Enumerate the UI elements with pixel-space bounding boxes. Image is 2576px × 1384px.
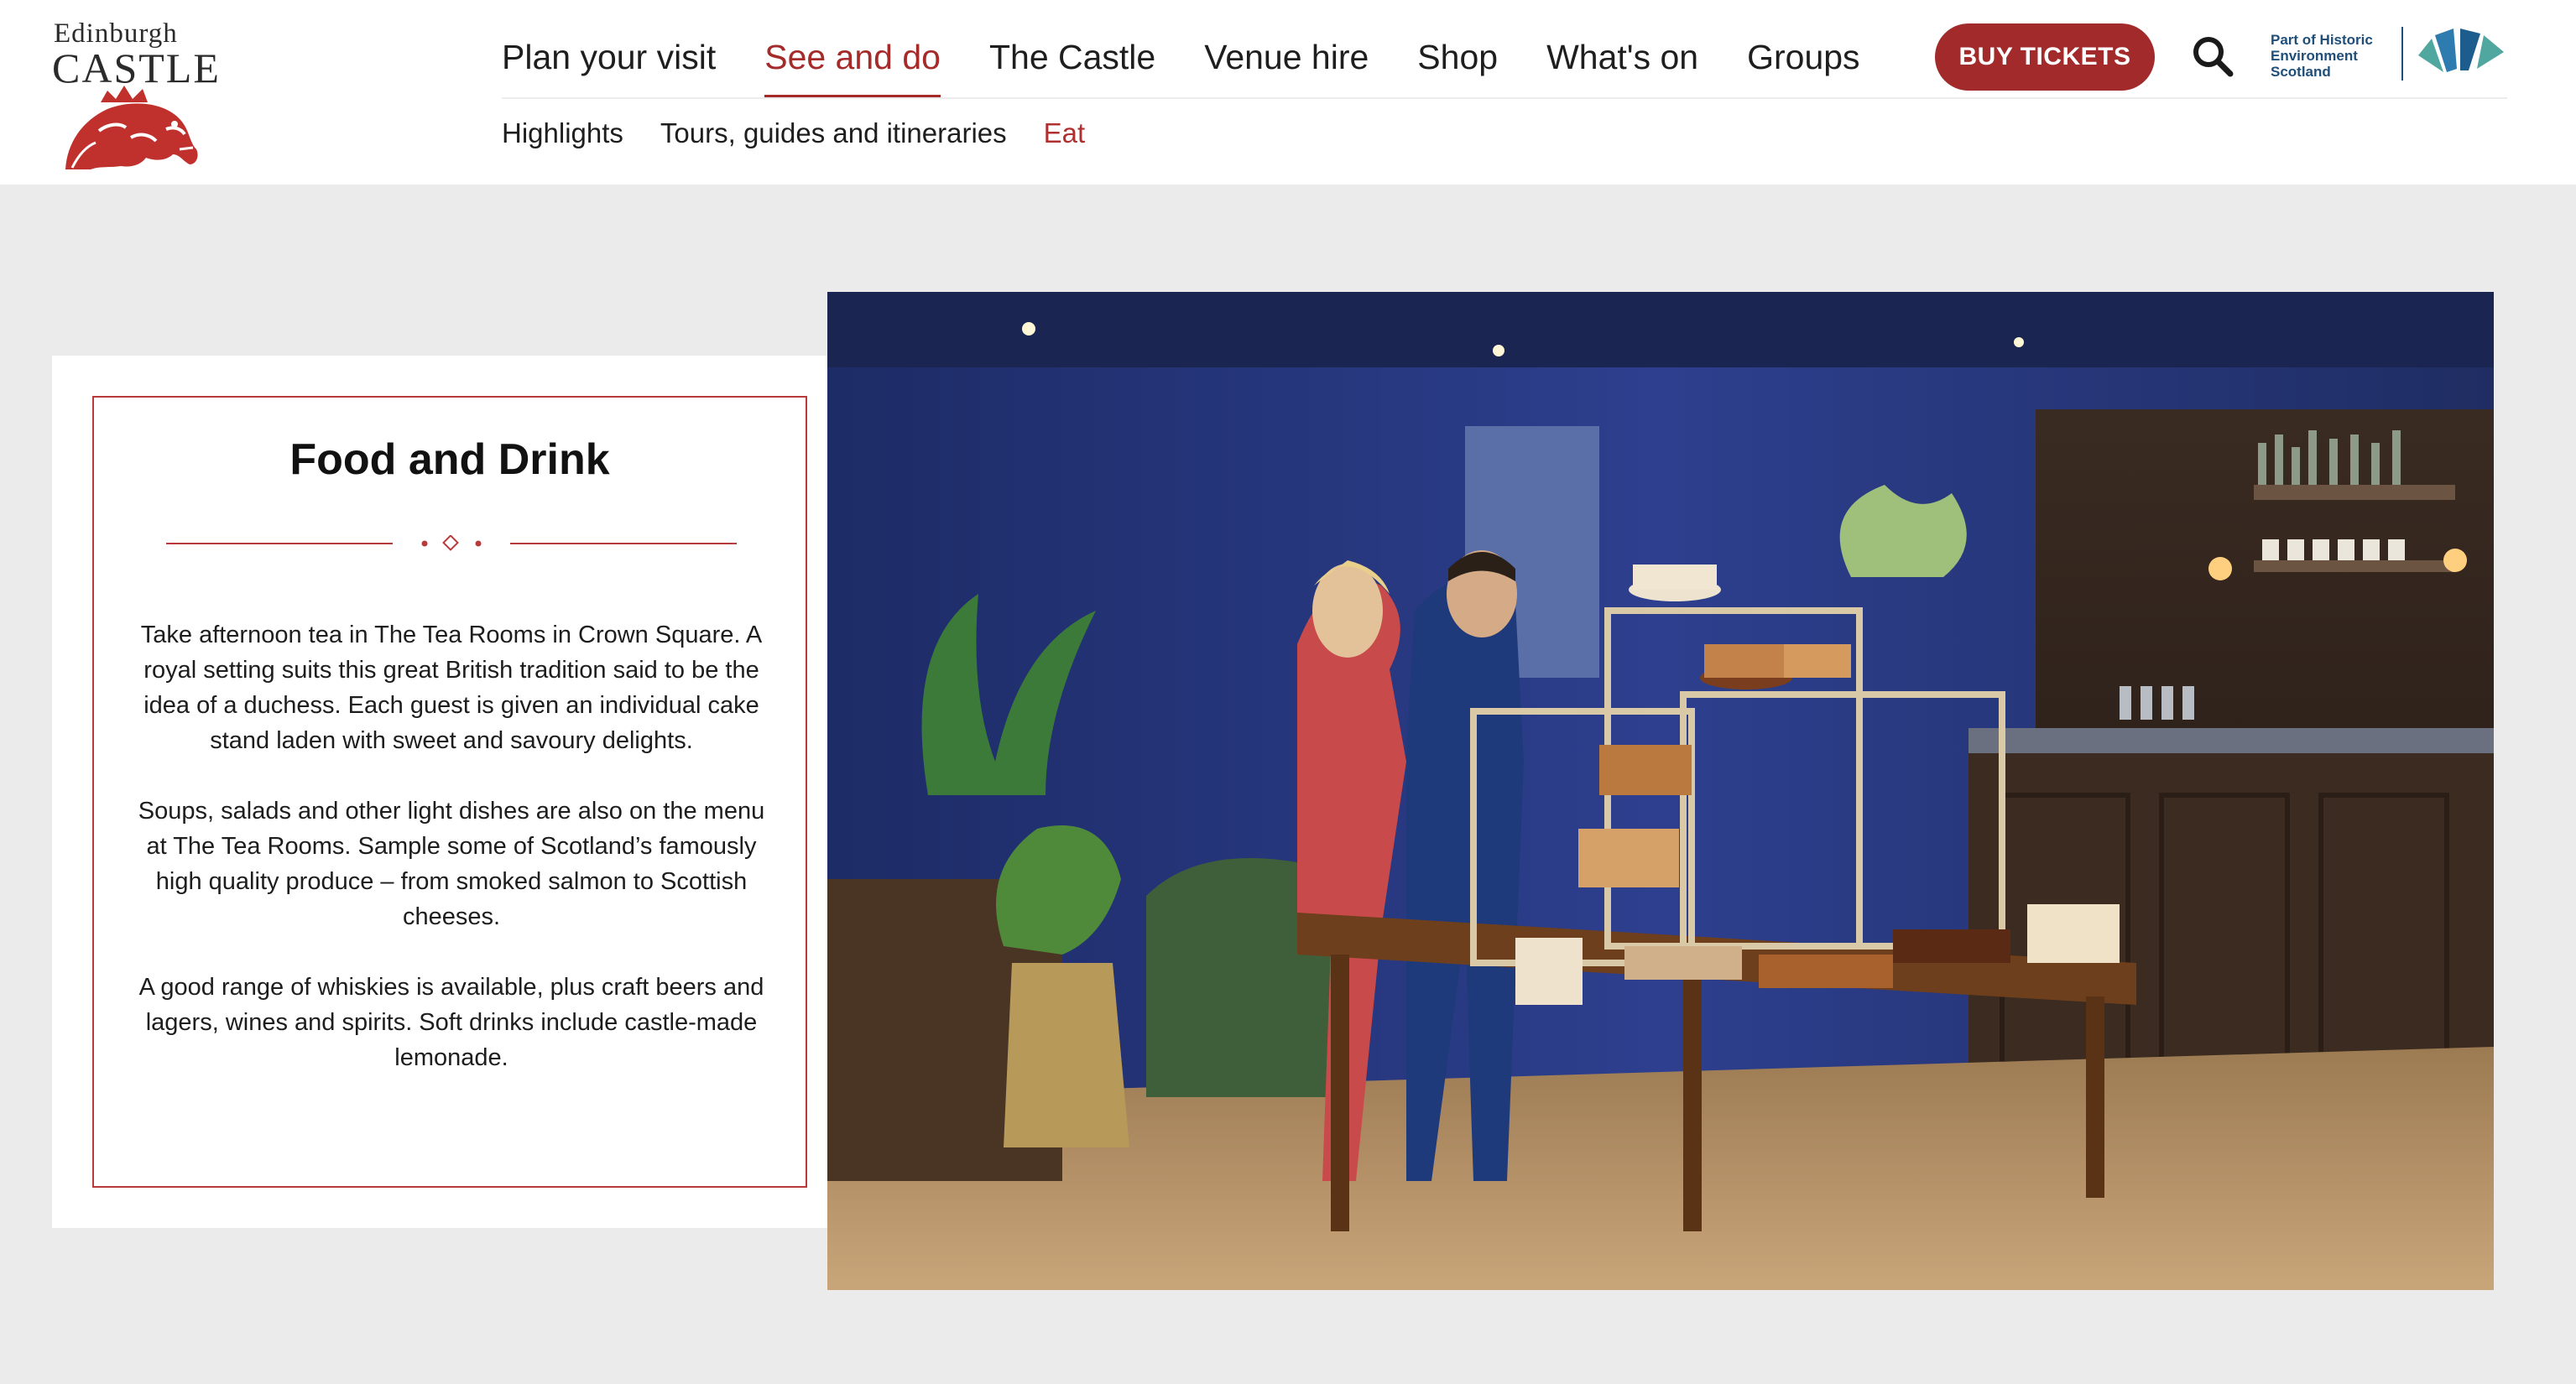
- tea-room-illustration: [827, 292, 2494, 1290]
- card-paragraph: Take afternoon tea in The Tea Rooms in C…: [140, 622, 763, 754]
- subnav-item-tours-guides-and-itineraries[interactable]: Tours, guides and itineraries: [660, 117, 1007, 149]
- ornamental-divider: [166, 535, 737, 551]
- food-and-drink-card: Food and Drink Take afternoon tea in The…: [52, 356, 847, 1228]
- lion-crest-icon: [65, 86, 198, 169]
- card-body: Take afternoon tea in The Tea Rooms in C…: [126, 617, 777, 1111]
- nav-item-plan-your-visit[interactable]: Plan your visit: [502, 25, 716, 99]
- sub-nav: Highlights Tours, guides and itineraries E…: [502, 117, 1122, 149]
- partner-line: Scotland: [2271, 64, 2331, 80]
- partner-text: Part of Historic Environment Scotland: [2271, 32, 2396, 80]
- edinburgh-castle-logo[interactable]: Edinburgh CASTLE: [49, 18, 219, 169]
- card-paragraph: A good range of whiskies is available, p…: [138, 974, 764, 1071]
- card-title: Food and Drink: [289, 435, 610, 484]
- partner-line: Environment: [2271, 48, 2358, 64]
- nav-item-see-and-do[interactable]: See and do: [764, 25, 941, 99]
- nav-item-venue-hire[interactable]: Venue hire: [1204, 25, 1369, 99]
- site-header: Edinburgh CASTLE Plan your visit See and …: [0, 0, 2576, 185]
- historic-environment-scotland-logo[interactable]: Part of Historic Environment Scotland: [2271, 25, 2509, 84]
- card-paragraph: Soups, salads and other light dishes are…: [138, 798, 765, 930]
- nav-divider: [502, 97, 2507, 99]
- subnav-item-highlights[interactable]: Highlights: [502, 117, 623, 149]
- buy-tickets-button[interactable]: BUY TICKETS: [1935, 23, 2155, 91]
- main-nav: Plan your visit See and do The Castle Venue…: [502, 25, 1909, 99]
- subnav-item-eat[interactable]: Eat: [1044, 117, 1086, 149]
- hes-fan-icon: [2418, 29, 2504, 72]
- tea-room-photo: [827, 292, 2494, 1290]
- nav-item-the-castle[interactable]: The Castle: [989, 25, 1155, 99]
- nav-item-what-s-on[interactable]: What's on: [1546, 25, 1698, 99]
- card-frame: Food and Drink Take afternoon tea in The…: [92, 396, 807, 1188]
- partner-divider: [2401, 27, 2403, 81]
- search-icon[interactable]: [2190, 34, 2237, 81]
- partner-line: Part of Historic: [2271, 32, 2373, 48]
- nav-item-shop[interactable]: Shop: [1417, 25, 1498, 99]
- nav-item-groups[interactable]: Groups: [1747, 25, 1859, 99]
